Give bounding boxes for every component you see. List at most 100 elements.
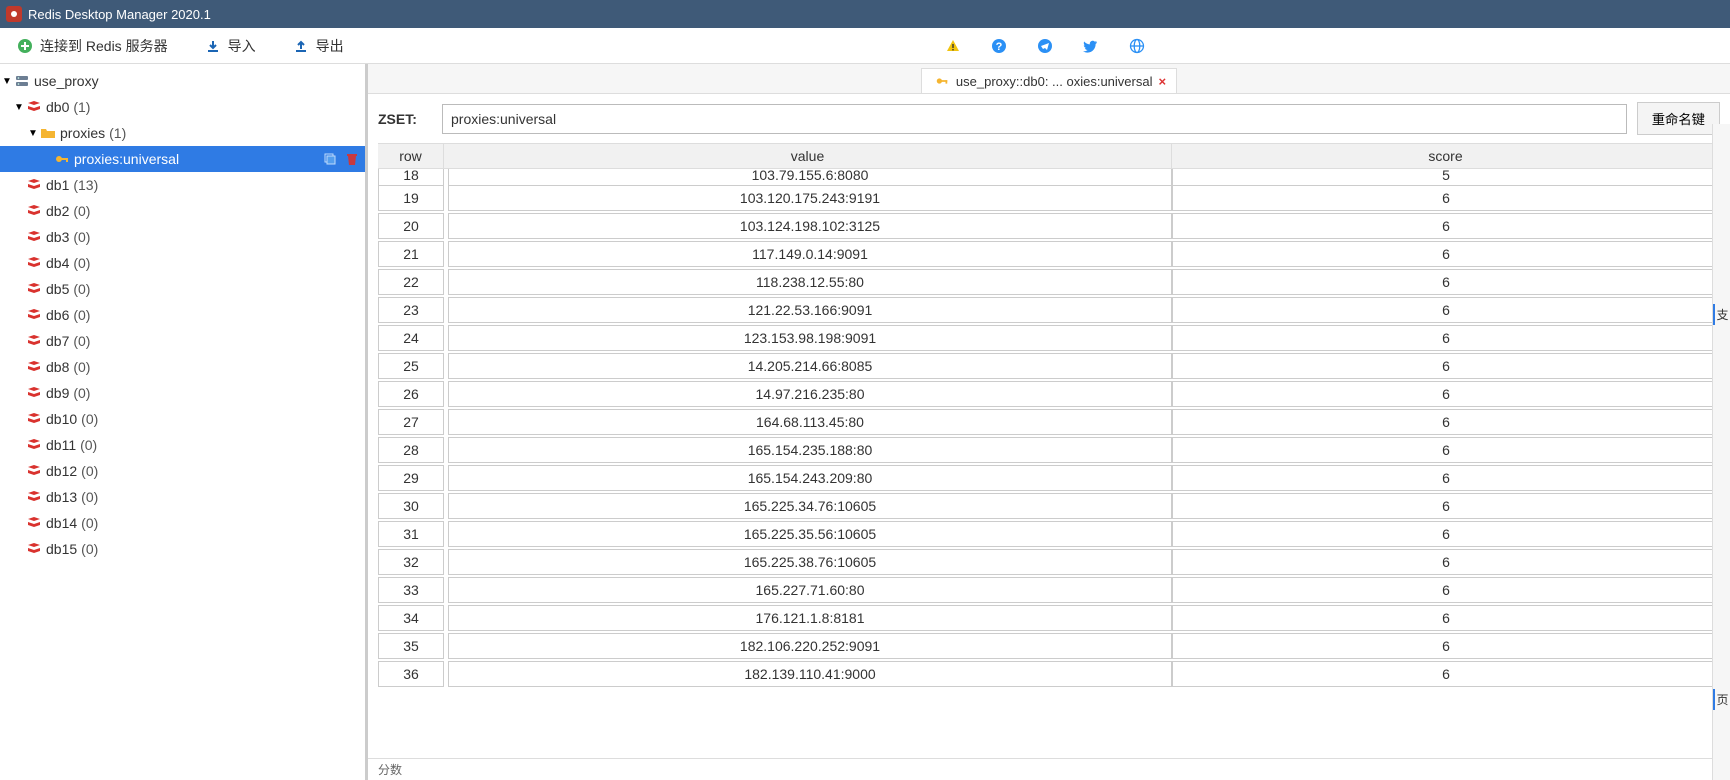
twitter-icon[interactable]	[1082, 37, 1100, 55]
tree-db-count: (0)	[81, 463, 98, 479]
tree-db-db2[interactable]: db2(0)	[0, 198, 365, 224]
cell-value: 176.121.1.8:8181	[448, 605, 1172, 631]
database-icon	[26, 229, 42, 245]
chevron-down-icon: ▼	[28, 128, 38, 139]
tree-db-count: (0)	[73, 359, 90, 375]
side-strip: 支 页	[1712, 124, 1730, 780]
cell-value: 165.227.71.60:80	[448, 577, 1172, 603]
tree-db-label: db7	[46, 333, 69, 349]
cell-value: 165.154.243.209:80	[448, 465, 1172, 491]
key-name-input[interactable]	[442, 104, 1627, 134]
tree-db-count: (0)	[73, 281, 90, 297]
delete-icon[interactable]	[345, 152, 359, 166]
close-icon[interactable]: ×	[1158, 74, 1166, 89]
toolbar-links: ?	[360, 37, 1730, 55]
tree-db-db15[interactable]: db15(0)	[0, 536, 365, 562]
import-icon	[204, 37, 222, 55]
table-row[interactable]: 36182.139.110.41:90006	[378, 659, 1720, 687]
rename-key-button[interactable]: 重命名键	[1637, 102, 1720, 135]
telegram-icon[interactable]	[1036, 37, 1054, 55]
table-row[interactable]: 35182.106.220.252:90916	[378, 631, 1720, 659]
table-row[interactable]: 2514.205.214.66:80856	[378, 351, 1720, 379]
export-label: 导出	[316, 36, 344, 56]
tree-db-db12[interactable]: db12(0)	[0, 458, 365, 484]
header-value[interactable]: value	[444, 144, 1172, 168]
tree-db-db3[interactable]: db3(0)	[0, 224, 365, 250]
cell-score: 6	[1172, 325, 1720, 351]
tree-db-db11[interactable]: db11(0)	[0, 432, 365, 458]
database-icon	[26, 281, 42, 297]
database-icon	[26, 385, 42, 401]
tree-db-label: db3	[46, 229, 69, 245]
connect-button[interactable]: 连接到 Redis 服务器	[10, 32, 174, 60]
table-row[interactable]: 28165.154.235.188:806	[378, 435, 1720, 463]
tree-folder-proxies[interactable]: ▼ proxies (1)	[0, 120, 365, 146]
tree-db-count: (0)	[73, 203, 90, 219]
cell-row: 20	[378, 213, 444, 239]
tree-db-db6[interactable]: db6(0)	[0, 302, 365, 328]
table-row[interactable]: 24123.153.98.198:90916	[378, 323, 1720, 351]
tree-db-db5[interactable]: db5(0)	[0, 276, 365, 302]
tree-db-db8[interactable]: db8(0)	[0, 354, 365, 380]
tree-db-db10[interactable]: db10(0)	[0, 406, 365, 432]
cell-value: 123.153.98.198:9091	[448, 325, 1172, 351]
side-tab-bottom[interactable]: 页	[1713, 689, 1729, 710]
export-button[interactable]: 导出	[286, 32, 350, 60]
tree-db-count: (0)	[73, 333, 90, 349]
table-row[interactable]: 34176.121.1.8:81816	[378, 603, 1720, 631]
copy-icon[interactable]	[323, 152, 337, 166]
tree-db-db1[interactable]: db1(13)	[0, 172, 365, 198]
database-icon	[26, 489, 42, 505]
table-row[interactable]: 30165.225.34.76:106056	[378, 491, 1720, 519]
import-button[interactable]: 导入	[198, 32, 262, 60]
table-row[interactable]: 2614.97.216.235:806	[378, 379, 1720, 407]
cell-score: 6	[1172, 521, 1720, 547]
tab-key[interactable]: use_proxy::db0: ... oxies:universal ×	[921, 68, 1177, 93]
cell-score: 6	[1172, 409, 1720, 435]
side-tab-top[interactable]: 支	[1713, 304, 1729, 325]
header-score[interactable]: score	[1172, 144, 1720, 168]
table-row[interactable]: 27164.68.113.45:806	[378, 407, 1720, 435]
cell-value: 14.205.214.66:8085	[448, 353, 1172, 379]
tree-db-db14[interactable]: db14(0)	[0, 510, 365, 536]
tree-connection[interactable]: ▼ use_proxy	[0, 68, 365, 94]
tab-label: use_proxy::db0: ... oxies:universal	[956, 74, 1153, 89]
table-row[interactable]: 20103.124.198.102:31256	[378, 211, 1720, 239]
tree-db-label: db15	[46, 541, 77, 557]
table-row[interactable]: 18103.79.155.6:80805	[378, 169, 1720, 183]
warning-icon[interactable]	[944, 37, 962, 55]
tree-db-db4[interactable]: db4(0)	[0, 250, 365, 276]
table-row[interactable]: 21117.149.0.14:90916	[378, 239, 1720, 267]
table-row[interactable]: 29165.154.243.209:806	[378, 463, 1720, 491]
cell-score: 6	[1172, 381, 1720, 407]
tree-db-count: (0)	[73, 307, 90, 323]
cell-row: 27	[378, 409, 444, 435]
tree-key-proxies-universal[interactable]: proxies:universal	[0, 146, 365, 172]
database-icon	[26, 333, 42, 349]
table-row[interactable]: 23121.22.53.166:90916	[378, 295, 1720, 323]
database-icon	[26, 515, 42, 531]
table-row[interactable]: 19103.120.175.243:91916	[378, 183, 1720, 211]
tree-db-db13[interactable]: db13(0)	[0, 484, 365, 510]
tree-db-label: db11	[46, 437, 76, 453]
tree-db-label: db1	[46, 177, 69, 193]
tree-db-db7[interactable]: db7(0)	[0, 328, 365, 354]
globe-icon[interactable]	[1128, 37, 1146, 55]
table-row[interactable]: 22118.238.12.55:806	[378, 267, 1720, 295]
help-icon[interactable]: ?	[990, 37, 1008, 55]
table-body[interactable]: 18103.79.155.6:8080519103.120.175.243:91…	[378, 169, 1720, 752]
database-icon	[26, 541, 42, 557]
cell-score: 6	[1172, 661, 1720, 687]
table-header: row value score	[378, 143, 1720, 169]
cell-row: 23	[378, 297, 444, 323]
database-icon	[26, 437, 42, 453]
tree-db-db9[interactable]: db9(0)	[0, 380, 365, 406]
table-row[interactable]: 31165.225.35.56:106056	[378, 519, 1720, 547]
cell-row: 32	[378, 549, 444, 575]
tree-db-label: db2	[46, 203, 69, 219]
tree-db0[interactable]: ▼ db0 (1)	[0, 94, 365, 120]
table-row[interactable]: 32165.225.38.76:106056	[378, 547, 1720, 575]
key-type-label: ZSET:	[378, 111, 432, 127]
header-row[interactable]: row	[378, 144, 444, 168]
table-row[interactable]: 33165.227.71.60:806	[378, 575, 1720, 603]
